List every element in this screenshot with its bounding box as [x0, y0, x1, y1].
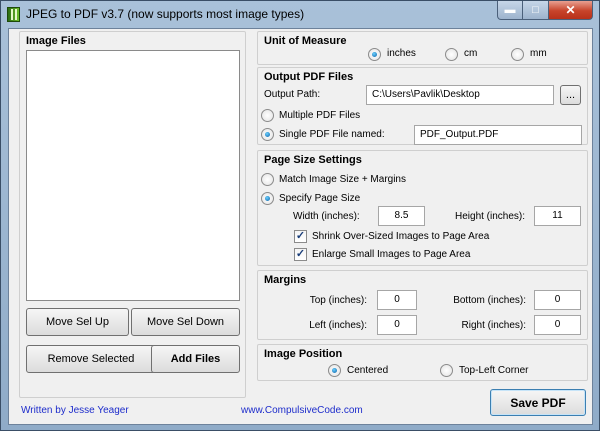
output-path-label: Output Path: — [264, 89, 321, 100]
right-margin-label: Right (inches): — [461, 320, 526, 331]
unit-inches-radio[interactable] — [368, 48, 381, 61]
left-margin-field[interactable]: 0 — [377, 315, 417, 335]
single-pdf-label[interactable]: Single PDF File named: — [279, 129, 385, 140]
image-position-title: Image Position — [264, 348, 343, 360]
pdf-filename-field[interactable]: PDF_Output.PDF — [414, 125, 582, 145]
app-icon — [7, 7, 20, 22]
multiple-pdf-label[interactable]: Multiple PDF Files — [279, 110, 360, 121]
radio-selected-dot — [372, 52, 377, 57]
move-sel-up-button[interactable]: Move Sel Up — [26, 308, 129, 336]
window-title: JPEG to PDF v3.7 (now supports most imag… — [26, 7, 305, 21]
minimize-button[interactable]: ▬ — [497, 1, 523, 20]
page-size-title: Page Size Settings — [264, 154, 362, 166]
image-position-group: Image Position — [257, 344, 588, 381]
enlarge-images-checkbox[interactable]: ✓ — [294, 248, 307, 261]
match-image-size-label[interactable]: Match Image Size + Margins — [279, 174, 406, 185]
height-label: Height (inches): — [455, 211, 526, 222]
radio-selected-dot — [265, 132, 270, 137]
image-files-title: Image Files — [26, 35, 86, 47]
unit-cm-radio[interactable] — [445, 48, 458, 61]
save-pdf-button[interactable]: Save PDF — [490, 389, 586, 416]
client-area: Image Files Move Sel Up Move Sel Down Re… — [8, 28, 593, 425]
unit-mm-label[interactable]: mm — [530, 48, 547, 59]
move-sel-down-button[interactable]: Move Sel Down — [131, 308, 240, 336]
remove-selected-button[interactable]: Remove Selected — [26, 345, 156, 373]
top-margin-label: Top (inches): — [309, 295, 367, 306]
radio-selected-dot — [265, 196, 270, 201]
position-top-left-radio[interactable] — [440, 364, 453, 377]
shrink-images-checkbox[interactable]: ✓ — [294, 230, 307, 243]
app-window: JPEG to PDF v3.7 (now supports most imag… — [0, 0, 600, 431]
specify-page-size-label[interactable]: Specify Page Size — [279, 193, 360, 204]
shrink-images-label[interactable]: Shrink Over-Sized Images to Page Area — [312, 231, 489, 242]
browse-button[interactable]: ... — [560, 85, 581, 105]
single-pdf-radio[interactable] — [261, 128, 274, 141]
left-margin-label: Left (inches): — [309, 320, 367, 331]
bottom-margin-field[interactable]: 0 — [534, 290, 581, 310]
website-link[interactable]: www.CompulsiveCode.com — [241, 405, 363, 416]
close-button[interactable]: ✕ — [549, 1, 593, 20]
image-files-list[interactable] — [26, 50, 240, 301]
unit-mm-radio[interactable] — [511, 48, 524, 61]
margins-title: Margins — [264, 274, 307, 286]
title-bar[interactable]: JPEG to PDF v3.7 (now supports most imag… — [1, 1, 599, 27]
match-image-size-radio[interactable] — [261, 173, 274, 186]
radio-selected-dot — [332, 368, 337, 373]
width-field[interactable]: 8.5 — [378, 206, 425, 226]
author-credit: Written by Jesse Yeager — [21, 405, 129, 416]
enlarge-images-label[interactable]: Enlarge Small Images to Page Area — [312, 249, 470, 260]
window-controls: ▬ □ ✕ — [497, 1, 593, 20]
add-files-button[interactable]: Add Files — [151, 345, 240, 373]
specify-page-size-radio[interactable] — [261, 192, 274, 205]
unit-of-measure-title: Unit of Measure — [264, 35, 347, 47]
top-margin-field[interactable]: 0 — [377, 290, 417, 310]
output-path-field[interactable]: C:\Users\Pavlik\Desktop — [366, 85, 554, 105]
position-centered-label[interactable]: Centered — [347, 365, 388, 376]
bottom-margin-label: Bottom (inches): — [453, 295, 526, 306]
width-label: Width (inches): — [293, 211, 360, 222]
unit-cm-label[interactable]: cm — [464, 48, 477, 59]
unit-inches-label[interactable]: inches — [387, 48, 416, 59]
output-pdf-title: Output PDF Files — [264, 71, 354, 83]
position-centered-radio[interactable] — [328, 364, 341, 377]
multiple-pdf-radio[interactable] — [261, 109, 274, 122]
right-margin-field[interactable]: 0 — [534, 315, 581, 335]
height-field[interactable]: 11 — [534, 206, 581, 226]
position-top-left-label[interactable]: Top-Left Corner — [459, 365, 528, 376]
maximize-button[interactable]: □ — [523, 1, 549, 20]
